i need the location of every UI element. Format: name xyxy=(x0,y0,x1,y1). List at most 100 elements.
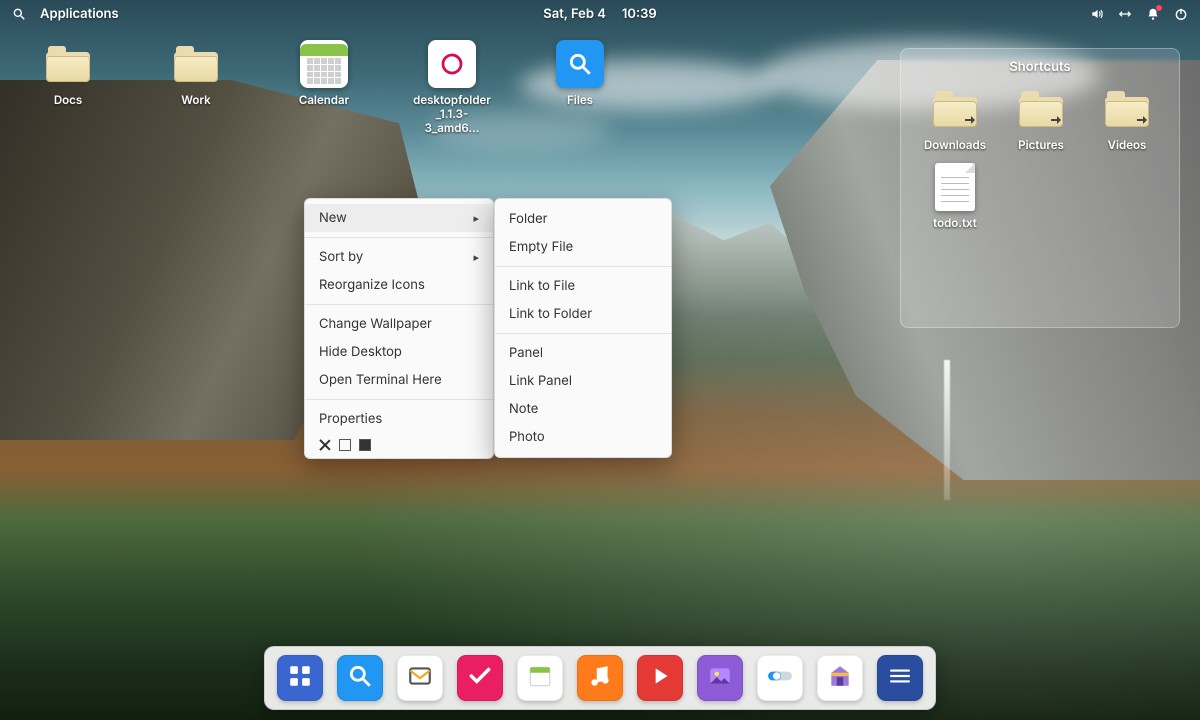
submenu-item-link-to-file[interactable]: Link to File xyxy=(495,272,671,300)
pictures-link[interactable]: Pictures xyxy=(1001,85,1081,153)
menu-item-hide-desktop[interactable]: Hide Desktop xyxy=(305,338,493,366)
menu-separator xyxy=(305,399,493,400)
submenu-item-link-panel[interactable]: Link Panel xyxy=(495,367,671,395)
submenu-item-empty-file[interactable]: Empty File xyxy=(495,233,671,261)
menu-item-open-terminal-here[interactable]: Open Terminal Here xyxy=(305,366,493,394)
top-bar-right xyxy=(1090,7,1188,21)
calendar-icon xyxy=(300,40,348,88)
menu-color-swatches xyxy=(305,433,493,453)
dock-settings[interactable] xyxy=(757,655,803,701)
clock-time: 10:39 xyxy=(622,6,657,22)
deb-package[interactable]: desktopfolder_1.1.3-3_amd6… xyxy=(412,40,492,135)
notifications-icon[interactable] xyxy=(1146,7,1160,21)
files-icon xyxy=(347,663,373,693)
tasks-icon xyxy=(467,663,493,693)
calendar-icon xyxy=(527,663,553,693)
menu-item-label: Reorganize Icons xyxy=(319,277,425,293)
menu-item-label: New xyxy=(319,210,347,226)
search-icon[interactable] xyxy=(12,7,26,21)
swatch-black[interactable] xyxy=(359,439,371,451)
dock-appcenter[interactable] xyxy=(817,655,863,701)
todo-file[interactable]: todo.txt xyxy=(915,163,995,231)
menu-separator xyxy=(495,333,671,334)
videos-link[interactable]: Videos xyxy=(1087,85,1167,153)
context-submenu-new: Folder Empty File Link to File Link to F… xyxy=(494,198,672,458)
icon-label: Pictures xyxy=(1018,139,1064,153)
dock-files[interactable] xyxy=(337,655,383,701)
menu-item-label: Panel xyxy=(509,345,543,361)
menu-item-label: Link Panel xyxy=(509,373,572,389)
menu-item-label: Photo xyxy=(509,429,545,445)
dock-videos[interactable] xyxy=(637,655,683,701)
files-app[interactable]: Files xyxy=(540,40,620,135)
multitasking-icon xyxy=(287,663,313,693)
clock-date: Sat, Feb 4 xyxy=(543,6,606,22)
submenu-item-note[interactable]: Note xyxy=(495,395,671,423)
music-icon xyxy=(587,663,613,693)
network-icon[interactable] xyxy=(1118,7,1132,21)
menu-item-label: Properties xyxy=(319,411,382,427)
menu-separator xyxy=(305,237,493,238)
context-menu: New ▸ Sort by ▸ Reorganize Icons Change … xyxy=(304,198,494,459)
photos-icon xyxy=(707,663,733,693)
power-icon[interactable] xyxy=(1174,7,1188,21)
menu-item-label: Change Wallpaper xyxy=(319,316,432,332)
menu-item-label: Hide Desktop xyxy=(319,344,402,360)
top-bar-left: Applications xyxy=(12,6,119,22)
shortcuts-title: Shortcuts xyxy=(915,59,1165,75)
dock-multitasking[interactable] xyxy=(277,655,323,701)
chevron-right-icon: ▸ xyxy=(473,211,479,225)
dock-calendar[interactable] xyxy=(517,655,563,701)
dock xyxy=(264,646,936,710)
terminal-icon xyxy=(887,663,913,693)
wallpaper-waterfall xyxy=(944,360,950,500)
dock-terminal[interactable] xyxy=(877,655,923,701)
folder-link-icon xyxy=(931,85,979,133)
dock-photos[interactable] xyxy=(697,655,743,701)
top-bar: Applications Sat, Feb 4 10:39 xyxy=(0,0,1200,28)
menu-item-change-wallpaper[interactable]: Change Wallpaper xyxy=(305,310,493,338)
folder-link-icon xyxy=(1017,85,1065,133)
dock-tasks[interactable] xyxy=(457,655,503,701)
icon-label: todo.txt xyxy=(933,217,977,231)
downloads-link[interactable]: Downloads xyxy=(915,85,995,153)
shortcuts-grid: Downloads Pictures Videos todo.txt xyxy=(915,85,1165,231)
menu-item-label: Note xyxy=(509,401,538,417)
mail-icon xyxy=(407,663,433,693)
calendar-app[interactable]: Calendar xyxy=(284,40,364,135)
top-bar-center[interactable]: Sat, Feb 4 10:39 xyxy=(543,6,656,22)
text-file-icon xyxy=(935,163,975,211)
swatch-white[interactable] xyxy=(339,439,351,451)
submenu-item-folder[interactable]: Folder xyxy=(495,205,671,233)
icon-label: Videos xyxy=(1108,139,1147,153)
deb-icon xyxy=(428,40,476,88)
menu-item-label: Open Terminal Here xyxy=(319,372,442,388)
menu-item-new[interactable]: New ▸ xyxy=(305,204,493,232)
settings-icon xyxy=(767,663,793,693)
menu-item-reorganize-icons[interactable]: Reorganize Icons xyxy=(305,271,493,299)
menu-item-label: Link to File xyxy=(509,278,575,294)
menu-item-properties[interactable]: Properties xyxy=(305,405,493,433)
swatch-none[interactable] xyxy=(319,439,331,451)
videos-icon xyxy=(647,663,673,693)
menu-item-sort-by[interactable]: Sort by ▸ xyxy=(305,243,493,271)
folder-link-icon xyxy=(1103,85,1151,133)
docs-folder[interactable]: Docs xyxy=(28,40,108,135)
folder-icon xyxy=(172,40,220,88)
dock-music[interactable] xyxy=(577,655,623,701)
files-icon xyxy=(556,40,604,88)
submenu-item-panel[interactable]: Panel xyxy=(495,339,671,367)
icon-label: Calendar xyxy=(299,94,349,108)
shortcuts-panel[interactable]: Shortcuts Downloads Pictures Videos todo… xyxy=(900,48,1180,328)
applications-menu[interactable]: Applications xyxy=(40,6,119,22)
submenu-item-photo[interactable]: Photo xyxy=(495,423,671,451)
work-folder[interactable]: Work xyxy=(156,40,236,135)
submenu-item-link-to-folder[interactable]: Link to Folder xyxy=(495,300,671,328)
menu-separator xyxy=(495,266,671,267)
icon-label: Work xyxy=(181,94,210,108)
menu-item-label: Empty File xyxy=(509,239,573,255)
volume-icon[interactable] xyxy=(1090,7,1104,21)
menu-item-label: Folder xyxy=(509,211,548,227)
dock-mail[interactable] xyxy=(397,655,443,701)
chevron-right-icon: ▸ xyxy=(473,250,479,264)
